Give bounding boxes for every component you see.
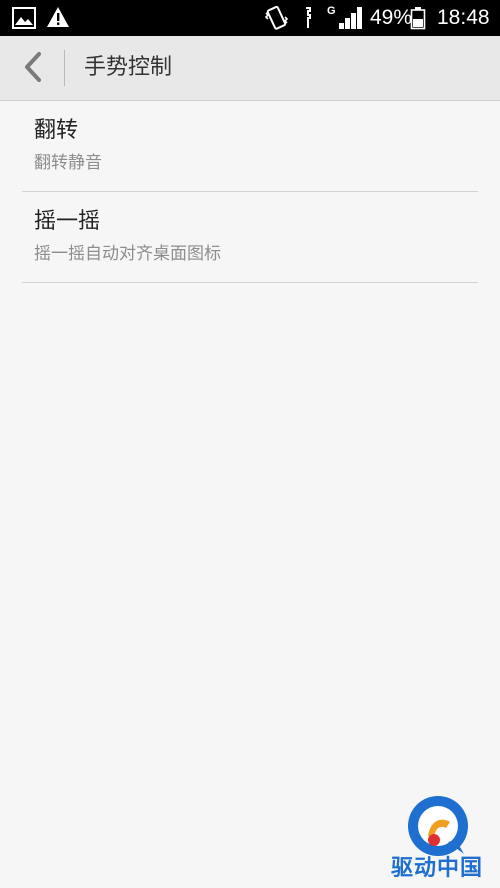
battery-percent: 49% (370, 6, 413, 29)
clock: 18:48 (437, 6, 490, 29)
logo-mark-icon (408, 796, 468, 856)
setting-item-shake[interactable]: 摇一摇 摇一摇自动对齐桌面图标 (22, 192, 478, 283)
battery-icon (410, 6, 426, 34)
warning-icon (46, 6, 70, 32)
back-button[interactable] (12, 48, 54, 90)
watermark-logo: 驱动中国 (376, 792, 498, 884)
chevron-left-icon (21, 51, 45, 87)
setting-item-title: 翻转 (34, 118, 79, 143)
setting-item-subtitle: 翻转静音 (34, 153, 102, 173)
page-title: 手势控制 (84, 55, 173, 80)
vibrate-icon (264, 5, 289, 35)
setting-item-flip[interactable]: 翻转 翻转静音 (22, 101, 478, 192)
image-icon (12, 7, 36, 33)
setting-item-subtitle: 摇一摇自动对齐桌面图标 (34, 244, 221, 264)
watermark-text: 驱动中国 (390, 856, 483, 881)
screen: G 49% 18:48 手势控制 翻转 翻转静音 摇一摇 摇一摇自动对齐桌面图标… (0, 0, 500, 888)
nfc-icon (303, 6, 313, 34)
action-bar: 手势控制 (0, 36, 500, 101)
status-bar: G 49% 18:48 (0, 0, 500, 36)
setting-item-title: 摇一摇 (34, 209, 101, 234)
action-bar-divider (64, 50, 65, 86)
settings-list: 翻转 翻转静音 摇一摇 摇一摇自动对齐桌面图标 (22, 101, 478, 283)
